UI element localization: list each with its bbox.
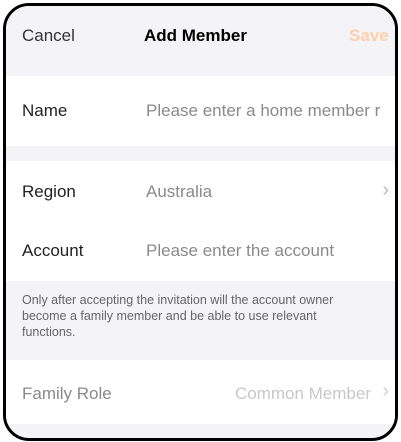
page-title: Add Member <box>144 26 247 45</box>
save-button[interactable]: Save <box>349 26 389 46</box>
invitation-note: Only after accepting the invitation will… <box>22 293 334 339</box>
phone-frame: Cancel Add Member Save Name Please enter… <box>3 3 398 441</box>
name-row[interactable]: Name Please enter a home member r <box>6 76 395 146</box>
account-input[interactable]: Please enter the account <box>146 241 334 261</box>
account-label: Account <box>22 241 84 260</box>
chevron-right-icon: › <box>382 380 389 402</box>
region-value: Australia <box>146 182 213 201</box>
cancel-button[interactable]: Cancel <box>22 26 75 46</box>
region-label: Region <box>22 182 76 201</box>
family-role-value: Common Member <box>234 384 371 403</box>
nav-header: Cancel Add Member Save <box>6 6 395 64</box>
name-input[interactable]: Please enter a home member r <box>146 101 380 121</box>
region-row[interactable]: Region Australia › <box>6 161 395 221</box>
chevron-right-icon: › <box>382 179 389 201</box>
name-label: Name <box>22 101 68 120</box>
account-row[interactable]: Account Please enter the account <box>6 221 395 281</box>
family-role-label: Family Role <box>22 384 112 403</box>
family-role-row[interactable]: Family Role Common Member › <box>6 360 395 424</box>
